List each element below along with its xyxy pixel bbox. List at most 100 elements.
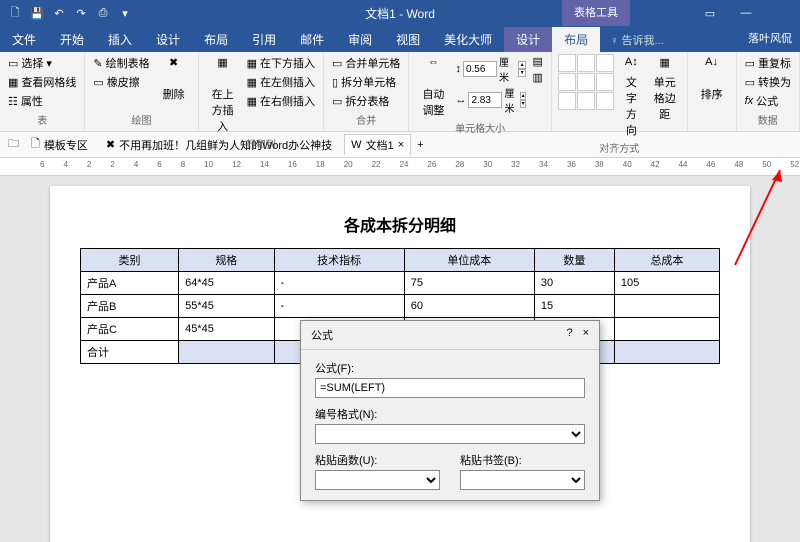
- table-cell[interactable]: 45*45: [179, 318, 274, 341]
- tab-table-design[interactable]: 设计: [504, 27, 552, 52]
- doctab-doc1[interactable]: W 文档1 ×: [344, 134, 411, 155]
- align-bl[interactable]: [558, 92, 576, 110]
- tab-review[interactable]: 审阅: [336, 27, 384, 52]
- table-cell[interactable]: [179, 341, 274, 364]
- horizontal-ruler[interactable]: 6422468101214161820222426283032343638404…: [0, 158, 800, 176]
- tab-home[interactable]: 开始: [48, 27, 96, 52]
- insert-left-button[interactable]: ▦ 在左侧插入: [245, 73, 317, 91]
- ribbon-options-icon[interactable]: ▭: [692, 0, 728, 26]
- row-height-input[interactable]: [463, 61, 497, 77]
- width-up[interactable]: ▴: [520, 92, 527, 100]
- convert-button[interactable]: ▭ 转换为: [743, 73, 793, 91]
- table-cell[interactable]: 60: [404, 295, 534, 318]
- table-row[interactable]: 产品B55*45-6015: [81, 295, 720, 318]
- tab-references[interactable]: 引用: [240, 27, 288, 52]
- delete-button[interactable]: ✖ 删除: [156, 54, 192, 104]
- nav-folder-icon[interactable]: 🗀: [8, 135, 19, 154]
- qat-more-icon[interactable]: ▾: [118, 6, 132, 20]
- user-name[interactable]: 落叶风侃: [748, 30, 792, 46]
- doctab-templates[interactable]: 🗋 模板专区: [25, 133, 94, 156]
- redo-icon[interactable]: ↷: [74, 6, 88, 20]
- distribute-rows-button[interactable]: ▤: [530, 54, 544, 69]
- align-mr[interactable]: [596, 73, 614, 91]
- height-up[interactable]: ▴: [518, 61, 527, 69]
- repeat-header-button[interactable]: ▭ 重复标: [743, 54, 793, 72]
- distribute-cols-button[interactable]: ▥: [530, 70, 544, 85]
- table-cell[interactable]: 合计: [81, 341, 179, 364]
- table-cell[interactable]: 55*45: [179, 295, 274, 318]
- tab-design[interactable]: 设计: [144, 27, 192, 52]
- align-bc[interactable]: [577, 92, 595, 110]
- table-header[interactable]: 总成本: [614, 249, 719, 272]
- formula-input[interactable]: [315, 378, 585, 398]
- view-gridlines-button[interactable]: ▦ 查看网格线: [6, 73, 78, 91]
- table-cell[interactable]: [614, 341, 719, 364]
- paste-bookmark-select[interactable]: [460, 470, 585, 490]
- dialog-help-icon[interactable]: ?: [566, 327, 572, 343]
- col-width-spinner[interactable]: ↔ 厘米 ▴▾: [455, 85, 526, 115]
- tab-insert[interactable]: 插入: [96, 27, 144, 52]
- width-down[interactable]: ▾: [520, 100, 527, 108]
- table-cell[interactable]: 75: [404, 272, 534, 295]
- draw-table-button[interactable]: ✎ 绘制表格: [91, 54, 151, 72]
- table-cell[interactable]: 105: [614, 272, 719, 295]
- align-tl[interactable]: [558, 54, 576, 72]
- paste-function-select[interactable]: [315, 470, 440, 490]
- print-icon[interactable]: ⎙: [96, 6, 110, 20]
- minimize-icon[interactable]: —: [728, 0, 764, 26]
- col-width-input[interactable]: [468, 92, 502, 108]
- table-cell[interactable]: 30: [534, 272, 614, 295]
- table-cell[interactable]: 64*45: [179, 272, 274, 295]
- tab-layout[interactable]: 布局: [192, 27, 240, 52]
- new-doc-icon[interactable]: 🗋: [8, 6, 22, 20]
- tab-beautify[interactable]: 美化大师: [432, 27, 504, 52]
- table-header[interactable]: 单位成本: [404, 249, 534, 272]
- row-height-spinner[interactable]: ↕ 厘米 ▴▾: [455, 54, 526, 84]
- table-header[interactable]: 规格: [179, 249, 274, 272]
- number-format-select[interactable]: [315, 424, 585, 444]
- insert-below-button[interactable]: ▦ 在下方插入: [245, 54, 317, 72]
- close-icon[interactable]: [764, 0, 800, 26]
- align-ml[interactable]: [558, 73, 576, 91]
- undo-icon[interactable]: ↶: [52, 6, 66, 20]
- sort-button[interactable]: A↓ 排序: [694, 54, 730, 104]
- formula-button[interactable]: fx 公式: [743, 92, 793, 110]
- dialog-titlebar[interactable]: 公式 ? ×: [301, 321, 599, 350]
- insert-above-button[interactable]: ▦ 在上方插入: [205, 54, 241, 136]
- tab-view[interactable]: 视图: [384, 27, 432, 52]
- align-tc[interactable]: [577, 54, 595, 72]
- properties-button[interactable]: ☷ 属性: [6, 92, 78, 110]
- text-direction-button[interactable]: A↕ 文字方向: [618, 54, 645, 140]
- table-header[interactable]: 类别: [81, 249, 179, 272]
- split-table-button[interactable]: ▭ 拆分表格: [330, 92, 402, 110]
- table-cell[interactable]: 15: [534, 295, 614, 318]
- tell-me[interactable]: ♀ 告诉我...: [600, 28, 673, 52]
- dialog-close-icon[interactable]: ×: [583, 327, 589, 343]
- tab-mailings[interactable]: 邮件: [288, 27, 336, 52]
- align-br[interactable]: [596, 92, 614, 110]
- split-cells-button[interactable]: ▯ 拆分单元格: [330, 73, 402, 91]
- table-cell[interactable]: 产品C: [81, 318, 179, 341]
- align-mc[interactable]: [577, 73, 595, 91]
- table-cell[interactable]: -: [274, 272, 404, 295]
- table-row[interactable]: 产品A64*45-7530105: [81, 272, 720, 295]
- table-header[interactable]: 技术指标: [274, 249, 404, 272]
- select-button[interactable]: ▭ 选择 ▾: [6, 54, 78, 72]
- height-down[interactable]: ▾: [518, 69, 527, 77]
- add-tab-button[interactable]: +: [417, 139, 423, 151]
- save-icon[interactable]: 💾: [30, 6, 44, 20]
- align-tr[interactable]: [596, 54, 614, 72]
- insert-right-button[interactable]: ▦ 在右侧插入: [245, 92, 317, 110]
- table-cell[interactable]: -: [274, 295, 404, 318]
- tab-table-layout[interactable]: 布局: [552, 27, 600, 52]
- table-cell[interactable]: [614, 318, 719, 341]
- merge-cells-button[interactable]: ▭ 合并单元格: [330, 54, 402, 72]
- table-cell[interactable]: 产品A: [81, 272, 179, 295]
- table-header[interactable]: 数量: [534, 249, 614, 272]
- table-cell[interactable]: 产品B: [81, 295, 179, 318]
- autofit-button[interactable]: ⇔ 自动调整: [415, 54, 451, 120]
- cell-margins-button[interactable]: ▦ 单元格边距: [649, 54, 681, 124]
- table-cell[interactable]: [614, 295, 719, 318]
- doctab-close-icon[interactable]: ×: [398, 139, 404, 151]
- tab-file[interactable]: 文件: [0, 27, 48, 52]
